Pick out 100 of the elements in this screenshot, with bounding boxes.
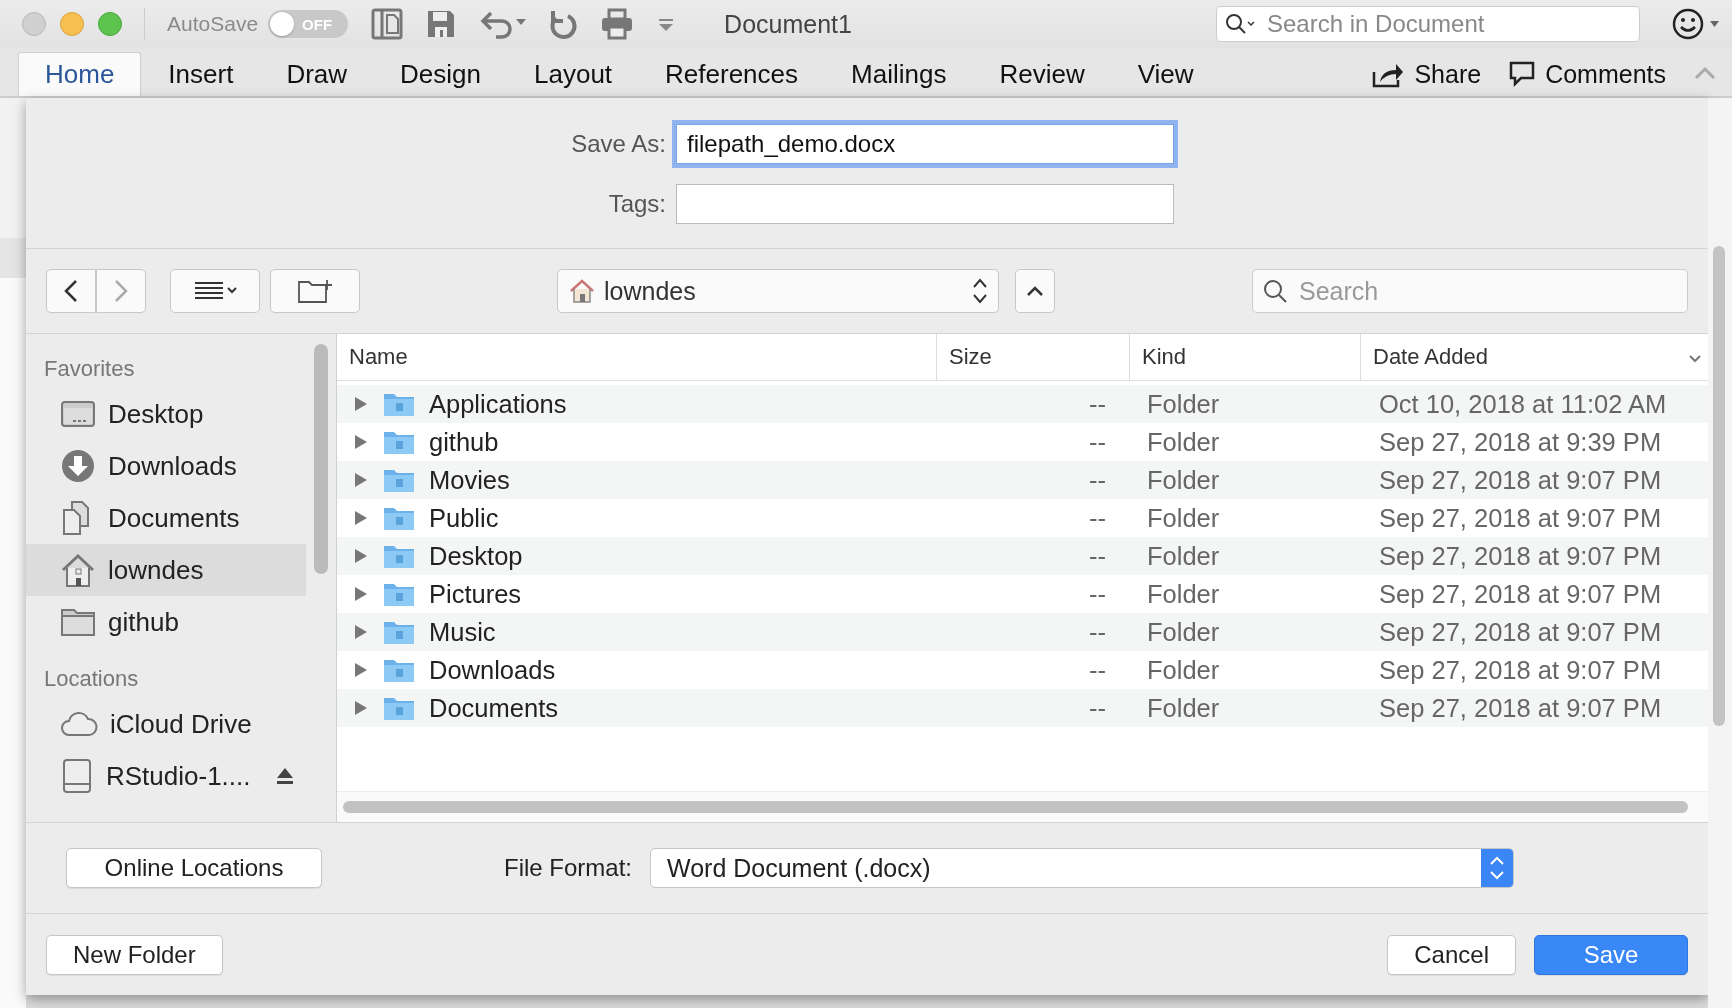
- field-label: Save As:: [570, 130, 666, 158]
- file-kind: Folder: [1147, 693, 1220, 723]
- ribbon-tab[interactable]: Review: [973, 52, 1111, 96]
- horizontal-scrollbar-thumb[interactable]: [343, 801, 1688, 813]
- disclosure-triangle-icon[interactable]: [353, 547, 369, 565]
- file-name[interactable]: Pictures: [429, 579, 522, 609]
- date-added: Sep 27, 2018 at 9:07 PM: [1379, 579, 1662, 609]
- ribbon-tab[interactable]: Home: [18, 52, 142, 96]
- disclosure-triangle-icon[interactable]: [353, 623, 369, 641]
- disclosure-triangle-icon[interactable]: [353, 395, 369, 413]
- date-added: Sep 27, 2018 at 9:07 PM: [1379, 693, 1662, 723]
- date-added: Sep 27, 2018 at 9:07 PM: [1379, 465, 1662, 495]
- new-folder-button[interactable]: New Folder: [46, 934, 223, 975]
- sidebar-page-icon[interactable]: [370, 7, 405, 41]
- ribbon-tab[interactable]: Mailings: [825, 52, 973, 96]
- zoom-window-button[interactable]: [98, 12, 122, 36]
- sidebar-item[interactable]: Downloads: [26, 440, 306, 492]
- folder-icon: [383, 581, 415, 607]
- file-size: --: [1089, 617, 1106, 647]
- file-size: --: [1089, 693, 1106, 723]
- file-size: --: [1089, 389, 1106, 419]
- cloud-icon: [60, 711, 98, 737]
- printer-icon[interactable]: [600, 8, 635, 40]
- disclosure-triangle-icon[interactable]: [353, 471, 369, 489]
- chevron-up-icon: [1026, 285, 1044, 297]
- file-name[interactable]: github: [429, 427, 499, 457]
- folder-icon: [383, 429, 415, 455]
- file-format-dropdown[interactable]: Word Document (.docx): [650, 848, 1514, 888]
- autosave-label: AutoSave: [167, 12, 259, 36]
- search-field[interactable]: Search in Document: [1216, 6, 1640, 42]
- sidebar-item[interactable]: github: [26, 596, 306, 648]
- folder-icon: [60, 607, 96, 637]
- ribbon-action-button[interactable]: Share: [1414, 59, 1482, 89]
- cancel-button[interactable]: Cancel: [1387, 934, 1516, 975]
- file-name[interactable]: Desktop: [429, 541, 523, 571]
- disclosure-triangle-icon[interactable]: [353, 585, 369, 603]
- disclosure-triangle-icon[interactable]: [353, 509, 369, 527]
- ribbon-tab[interactable]: View: [1111, 52, 1220, 96]
- column-header[interactable]: Size: [937, 334, 1130, 380]
- ribbon-action-button[interactable]: Comments: [1545, 59, 1666, 89]
- sidebar-item[interactable]: lowndes: [26, 544, 306, 596]
- undo-icon[interactable]: [478, 9, 527, 39]
- date-added: Sep 27, 2018 at 9:07 PM: [1379, 503, 1662, 533]
- folder-plus-icon: [297, 278, 333, 304]
- sidebar-item[interactable]: iCloud Drive: [26, 698, 306, 750]
- online-locations-button[interactable]: Online Locations: [66, 848, 322, 888]
- file-name[interactable]: Documents: [429, 693, 558, 723]
- comment-icon: [1509, 61, 1536, 87]
- save-icon[interactable]: [426, 9, 457, 39]
- date-added: Sep 27, 2018 at 9:39 PM: [1379, 427, 1662, 457]
- redo-icon[interactable]: [548, 8, 579, 40]
- back-button[interactable]: [46, 269, 96, 313]
- house-icon: [60, 552, 96, 588]
- field-label: Tags:: [607, 190, 666, 218]
- scrollbar-thumb[interactable]: [314, 344, 328, 574]
- tags-field[interactable]: [676, 184, 1174, 224]
- eject-icon[interactable]: [274, 766, 295, 786]
- disclosure-triangle-icon[interactable]: [353, 661, 369, 679]
- smiley-feedback-icon[interactable]: [1672, 7, 1722, 41]
- column-header[interactable]: Kind: [1130, 334, 1361, 380]
- ribbon-tab[interactable]: References: [639, 52, 825, 96]
- location-dropdown[interactable]: lowndes: [557, 269, 999, 313]
- file-kind: Folder: [1147, 465, 1220, 495]
- ribbon-tab[interactable]: Layout: [508, 52, 639, 96]
- sidebar-item[interactable]: RStudio-1....: [26, 750, 306, 802]
- file-name[interactable]: Public: [429, 503, 499, 533]
- desktop-icon: [60, 399, 96, 429]
- file-kind: Folder: [1147, 541, 1220, 571]
- file-name[interactable]: Music: [429, 617, 496, 647]
- folder-icon: [383, 695, 415, 721]
- up-down-chevrons-icon: [972, 277, 988, 305]
- column-header[interactable]: Name: [337, 334, 937, 380]
- folder-icon: [383, 505, 415, 531]
- disclosure-triangle-icon[interactable]: [353, 699, 369, 717]
- file-size: --: [1089, 541, 1106, 571]
- ribbon-tab[interactable]: Insert: [142, 52, 260, 96]
- file-name[interactable]: Movies: [429, 465, 510, 495]
- new-folder-toolbar-button[interactable]: [270, 269, 360, 313]
- file-kind: Folder: [1147, 617, 1220, 647]
- window-title: Document1: [724, 9, 852, 39]
- disclosure-triangle-icon[interactable]: [353, 433, 369, 451]
- file-kind: Folder: [1147, 503, 1220, 533]
- file-name[interactable]: Applications: [429, 389, 567, 419]
- ribbon-tab[interactable]: Design: [374, 52, 507, 96]
- save-button[interactable]: Save: [1534, 934, 1688, 975]
- folder-icon: [383, 619, 415, 645]
- ribbon-tab[interactable]: Draw: [260, 52, 374, 96]
- file-size: --: [1089, 503, 1106, 533]
- home-icon: [568, 278, 596, 304]
- sidebar-item[interactable]: Desktop: [26, 388, 306, 440]
- parent-folder-button[interactable]: [1015, 269, 1055, 313]
- file-kind: Folder: [1147, 389, 1220, 419]
- file-size: --: [1089, 655, 1106, 685]
- vertical-scrollbar-thumb[interactable]: [1713, 246, 1725, 726]
- file-name[interactable]: Downloads: [429, 655, 556, 685]
- filename-field[interactable]: filepath_demo.docx: [676, 124, 1174, 164]
- sidebar-item[interactable]: Documents: [26, 492, 306, 544]
- view-options-button[interactable]: [170, 269, 260, 313]
- search-field[interactable]: Search: [1252, 269, 1688, 313]
- column-header[interactable]: Date Added: [1361, 334, 1708, 380]
